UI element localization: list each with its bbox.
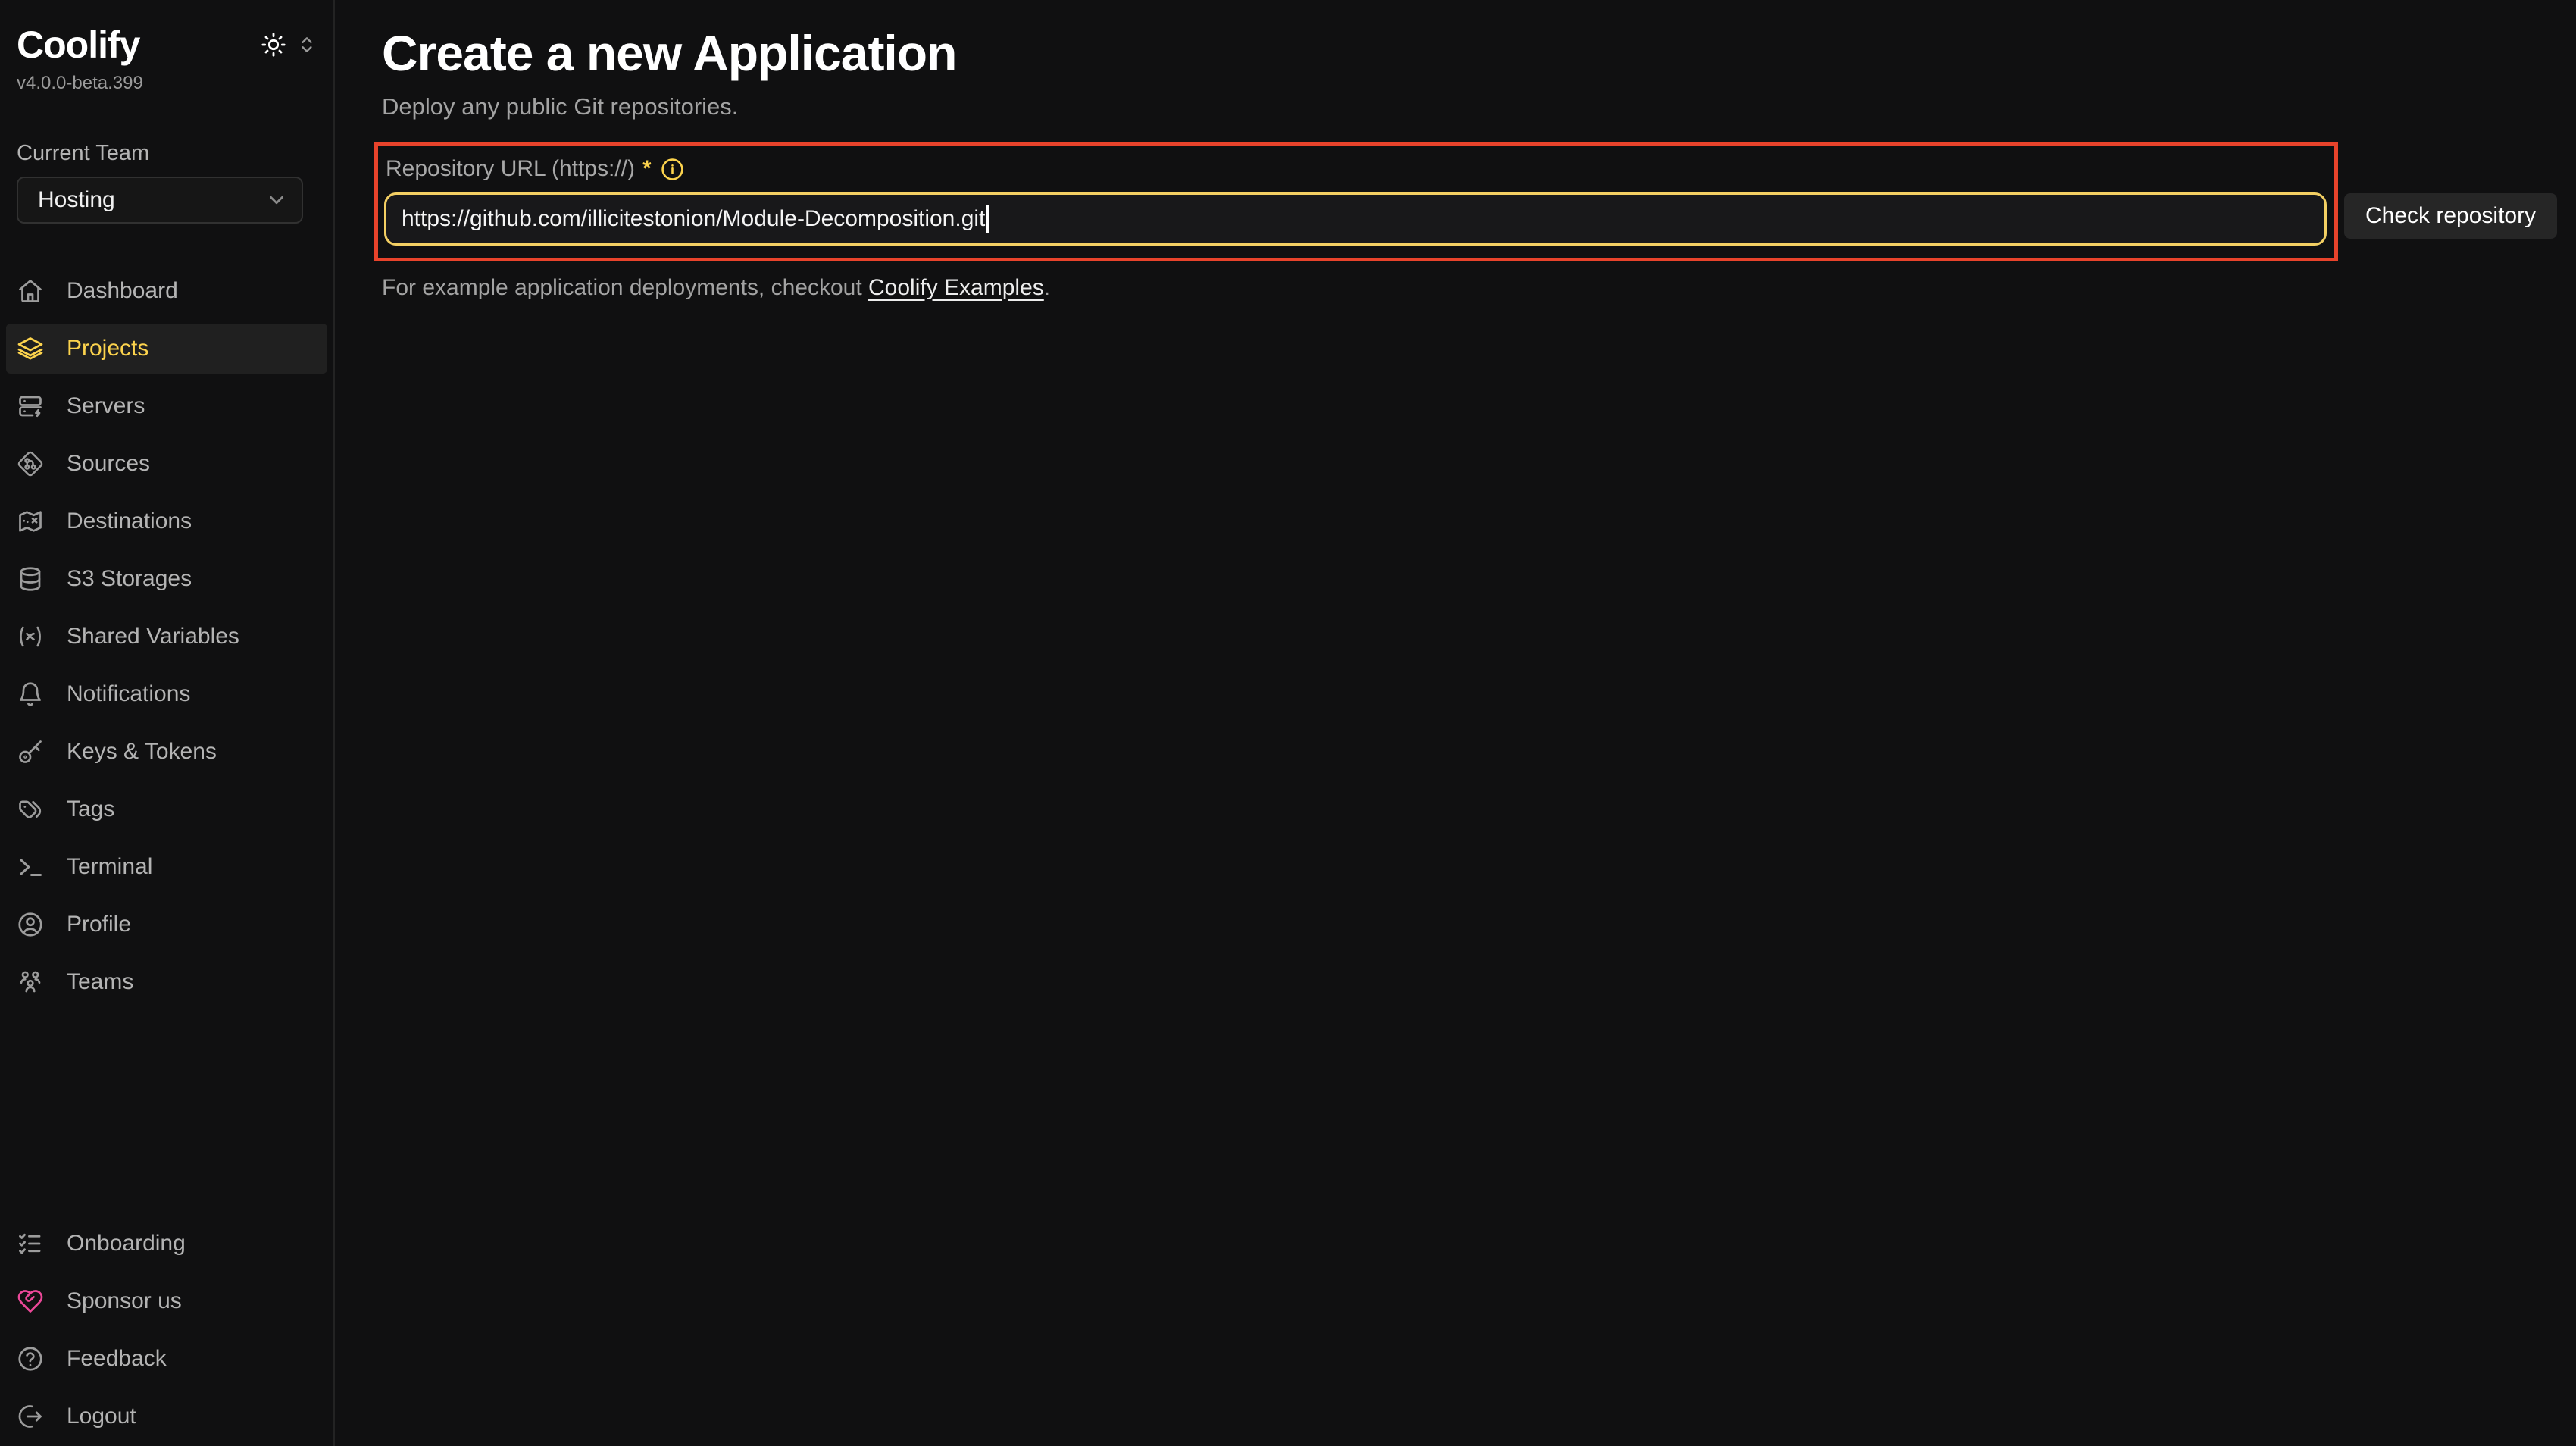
sidebar-item-label: Feedback xyxy=(67,1346,167,1372)
sidebar-item-label: Logout xyxy=(67,1404,136,1429)
page-title: Create a new Application xyxy=(382,27,2576,80)
team-select[interactable]: Hosting xyxy=(17,177,303,224)
repository-url-input[interactable]: https://github.com/illicitestonion/Modul… xyxy=(384,192,2327,246)
sidebar-item-dashboard[interactable]: Dashboard xyxy=(6,266,327,316)
repository-url-value: https://github.com/illicitestonion/Modul… xyxy=(402,206,985,232)
sidebar-item-servers[interactable]: Servers xyxy=(6,381,327,431)
map-icon xyxy=(17,508,44,535)
sidebar-item-label: Destinations xyxy=(67,509,192,534)
sidebar-item-label: Onboarding xyxy=(67,1231,186,1257)
app-version: v4.0.0-beta.399 xyxy=(17,73,317,94)
bell-icon xyxy=(17,681,44,708)
sidebar-item-label: Notifications xyxy=(67,681,190,707)
logout-icon xyxy=(17,1403,44,1430)
users-icon xyxy=(17,969,44,996)
sidebar-item-onboarding[interactable]: Onboarding xyxy=(6,1219,327,1269)
sidebar-item-label: Tags xyxy=(67,797,114,822)
current-team-label: Current Team xyxy=(17,141,317,166)
repository-url-label: Repository URL (https://) xyxy=(386,156,635,182)
help-text: For example application deployments, che… xyxy=(382,275,2576,301)
page-subtitle: Deploy any public Git repositories. xyxy=(382,93,2576,121)
theme-toggle-button[interactable] xyxy=(261,32,286,58)
required-asterisk: * xyxy=(642,156,652,182)
sidebar-item-logout[interactable]: Logout xyxy=(6,1391,327,1441)
sidebar-item-label: Sponsor us xyxy=(67,1288,182,1314)
sidebar-item-notifications[interactable]: Notifications xyxy=(6,669,327,719)
help-suffix: . xyxy=(1044,275,1050,300)
terminal-icon xyxy=(17,853,44,881)
sidebar-item-label: Terminal xyxy=(67,854,152,880)
sidebar-item-destinations[interactable]: Destinations xyxy=(6,496,327,546)
sidebar-item-profile[interactable]: Profile xyxy=(6,900,327,950)
tags-icon xyxy=(17,796,44,823)
sidebar-item-projects[interactable]: Projects xyxy=(6,324,327,374)
sidebar-item-sources[interactable]: Sources xyxy=(6,439,327,489)
database-icon xyxy=(17,565,44,593)
check-repository-button[interactable]: Check repository xyxy=(2344,193,2557,239)
sidebar-item-shared-variables[interactable]: Shared Variables xyxy=(6,612,327,662)
key-icon xyxy=(17,738,44,765)
sidebar-item-label: Projects xyxy=(67,336,148,362)
sidebar-item-label: Profile xyxy=(67,912,131,937)
git-icon xyxy=(17,450,44,477)
sidebar-item-label: Teams xyxy=(67,969,133,995)
sidebar-item-label: Sources xyxy=(67,451,150,477)
user-circle-icon xyxy=(17,911,44,938)
layers-icon xyxy=(17,335,44,362)
highlight-outline: Repository URL (https://) * https://gith… xyxy=(374,142,2338,261)
sidebar-footer-nav: Onboarding Sponsor us Feedback Logout xyxy=(6,1219,327,1441)
sidebar-item-teams[interactable]: Teams xyxy=(6,957,327,1007)
server-bolt-icon xyxy=(17,393,44,420)
sidebar-item-label: Servers xyxy=(67,393,145,419)
sidebar-item-terminal[interactable]: Terminal xyxy=(6,842,327,892)
sidebar-item-label: Keys & Tokens xyxy=(67,739,217,765)
sidebar-item-s3-storages[interactable]: S3 Storages xyxy=(6,554,327,604)
sidebar-item-label: Dashboard xyxy=(67,278,178,304)
variable-icon xyxy=(17,623,44,650)
sidebar-collapse-button[interactable] xyxy=(297,35,317,55)
main-content: Create a new Application Deploy any publ… xyxy=(335,0,2576,1446)
chevrons-up-down-icon xyxy=(297,35,317,55)
heart-handshake-icon xyxy=(17,1288,44,1315)
sun-icon xyxy=(261,32,286,58)
sidebar-item-tags[interactable]: Tags xyxy=(6,784,327,834)
sidebar-item-sponsor-us[interactable]: Sponsor us xyxy=(6,1276,327,1326)
sidebar-item-label: Shared Variables xyxy=(67,624,239,649)
sidebar-item-label: S3 Storages xyxy=(67,566,192,592)
app-title: Coolify xyxy=(17,23,139,67)
help-circle-icon xyxy=(17,1345,44,1372)
text-cursor xyxy=(986,205,989,233)
sidebar-item-keys-tokens[interactable]: Keys & Tokens xyxy=(6,727,327,777)
chevron-down-icon xyxy=(265,189,288,211)
coolify-examples-link[interactable]: Coolify Examples xyxy=(868,275,1044,300)
sidebar-header: Coolify v4.0.0-beta.399 Current Team Hos… xyxy=(0,0,333,224)
sidebar: Coolify v4.0.0-beta.399 Current Team Hos… xyxy=(0,0,335,1446)
team-select-value: Hosting xyxy=(38,187,115,213)
sidebar-item-feedback[interactable]: Feedback xyxy=(6,1334,327,1384)
sidebar-nav: Dashboard Projects Servers Sources Desti… xyxy=(6,266,327,1007)
checklist-icon xyxy=(17,1230,44,1257)
info-icon[interactable] xyxy=(661,158,684,181)
home-icon xyxy=(17,277,44,305)
help-prefix: For example application deployments, che… xyxy=(382,275,868,300)
